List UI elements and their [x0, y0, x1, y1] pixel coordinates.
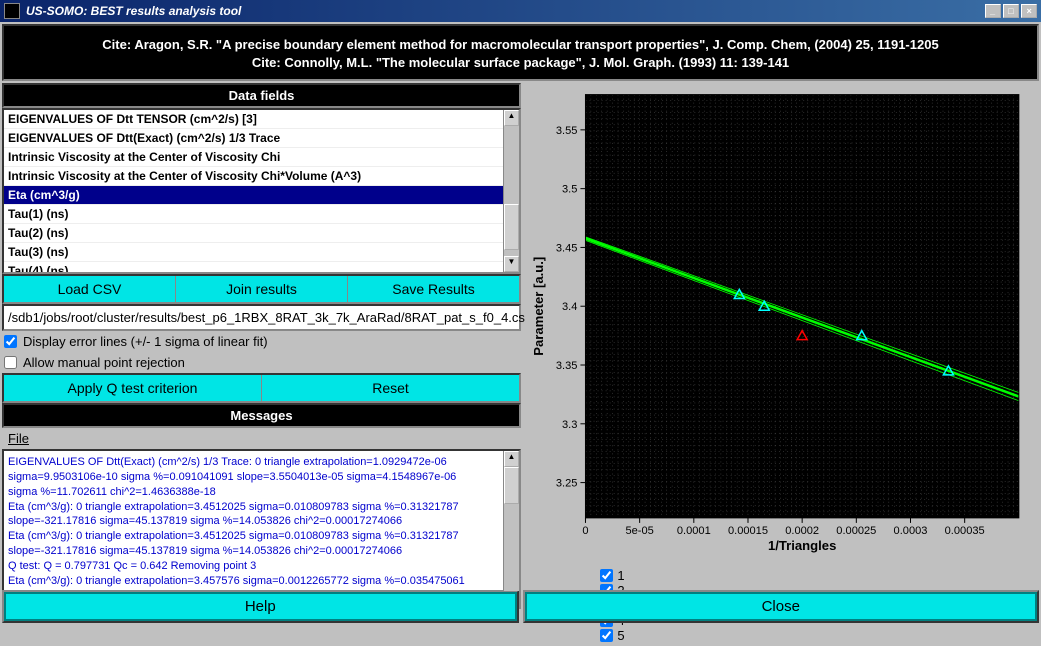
titlebar: US-SOMO: BEST results analysis tool _ □ … — [0, 0, 1041, 22]
svg-text:3.45: 3.45 — [556, 242, 578, 254]
join-results-button[interactable]: Join results — [176, 276, 348, 302]
linear-checkbox-5[interactable] — [600, 629, 613, 642]
message-line: slope=-321.17816 sigma=45.137819 sigma %… — [8, 544, 499, 559]
datafields-header: Data fields — [2, 83, 521, 108]
datafield-item[interactable]: Intrinsic Viscosity at the Center of Vis… — [4, 167, 503, 186]
message-line: sigma=9.9503106e-10 sigma %=0.091041091 … — [8, 470, 499, 485]
datafield-item[interactable]: Tau(4) (ns) — [4, 262, 503, 272]
message-line: sigma %=11.702611 chi^2=1.4636388e-18 — [8, 485, 499, 500]
svg-text:0.00015: 0.00015 — [728, 525, 768, 537]
svg-text:0.0002: 0.0002 — [785, 525, 819, 537]
datafield-item[interactable]: Eta (cm^3/g) — [4, 186, 503, 205]
citation-2: Cite: Connolly, M.L. "The molecular surf… — [14, 55, 1027, 70]
window-title: US-SOMO: BEST results analysis tool — [26, 4, 241, 18]
display-error-checkbox[interactable] — [4, 335, 17, 348]
display-error-label[interactable]: Display error lines (+/- 1 sigma of line… — [23, 334, 268, 349]
linear-option-1[interactable]: 1 — [600, 568, 624, 583]
svg-text:3.4: 3.4 — [562, 301, 577, 313]
load-csv-button[interactable]: Load CSV — [4, 276, 176, 302]
svg-text:0: 0 — [582, 525, 588, 537]
file-menu[interactable]: File — [8, 431, 29, 446]
apply-q-button[interactable]: Apply Q test criterion — [4, 375, 262, 401]
help-button[interactable]: Help — [2, 590, 519, 623]
datafield-item[interactable]: EIGENVALUES OF Dtt TENSOR (cm^2/s) [3] — [4, 110, 503, 129]
close-window-button[interactable]: × — [1021, 4, 1037, 18]
scroll-down-icon[interactable]: ▼ — [504, 256, 519, 272]
scroll-up-icon[interactable]: ▲ — [504, 110, 519, 126]
svg-text:1/Triangles: 1/Triangles — [768, 538, 836, 553]
datafield-item[interactable]: Intrinsic Viscosity at the Center of Vis… — [4, 148, 503, 167]
message-line: Eta (cm^3/g): 0 triangle extrapolation=3… — [8, 500, 499, 515]
msg-scroll-up-icon[interactable]: ▲ — [504, 451, 519, 467]
minimize-button[interactable]: _ — [985, 4, 1001, 18]
svg-text:3.35: 3.35 — [556, 360, 578, 372]
app-icon — [4, 3, 20, 19]
message-line: Eta (cm^3/g): 0 triangle extrapolation=3… — [8, 574, 499, 589]
reset-button[interactable]: Reset — [262, 375, 519, 401]
menubar: File — [2, 428, 521, 449]
svg-text:0.0003: 0.0003 — [894, 525, 928, 537]
svg-text:3.5: 3.5 — [562, 184, 577, 196]
datafields-scrollbar[interactable]: ▲ ▼ — [503, 110, 519, 272]
svg-text:3.3: 3.3 — [562, 419, 577, 431]
svg-text:0.0001: 0.0001 — [677, 525, 711, 537]
datafield-item[interactable]: Tau(1) (ns) — [4, 205, 503, 224]
manual-reject-label[interactable]: Allow manual point rejection — [23, 355, 185, 370]
chart-area[interactable]: 0 5e-05 0.0001 0.00015 0.0002 0.00025 0.0003 0.… — [525, 83, 1039, 565]
svg-text:3.25: 3.25 — [556, 478, 578, 490]
msg-scroll-thumb[interactable] — [504, 467, 519, 504]
messages-header: Messages — [2, 403, 521, 428]
manual-reject-checkbox[interactable] — [4, 356, 17, 369]
linear-option-5[interactable]: 5 — [600, 628, 624, 643]
datafield-item[interactable]: EIGENVALUES OF Dtt(Exact) (cm^2/s) 1/3 T… — [4, 129, 503, 148]
datafield-item[interactable]: Tau(3) (ns) — [4, 243, 503, 262]
scroll-thumb[interactable] — [504, 204, 519, 250]
message-line: EIGENVALUES OF Dtt(Exact) (cm^2/s) 1/3 T… — [8, 455, 499, 470]
svg-text:Parameter [a.u.]: Parameter [a.u.] — [531, 257, 546, 356]
svg-text:0.00035: 0.00035 — [945, 525, 985, 537]
datafield-item[interactable]: Tau(2) (ns) — [4, 224, 503, 243]
close-button[interactable]: Close — [523, 590, 1040, 623]
citation-1: Cite: Aragon, S.R. "A precise boundary e… — [14, 37, 1027, 52]
citation-area: Cite: Aragon, S.R. "A precise boundary e… — [2, 24, 1039, 81]
svg-text:0.00025: 0.00025 — [836, 525, 876, 537]
message-line: Q test: Q = 0.797731 Qc = 0.642 Removing… — [8, 559, 499, 574]
message-line: slope=-321.17816 sigma=45.137819 sigma %… — [8, 514, 499, 529]
maximize-button[interactable]: □ — [1003, 4, 1019, 18]
file-path-display: /sdb1/jobs/root/cluster/results/best_p6_… — [2, 304, 521, 331]
datafields-list[interactable]: EIGENVALUES OF Dtt TENSOR (cm^2/s) [3]EI… — [4, 110, 503, 272]
svg-text:3.55: 3.55 — [556, 125, 578, 137]
message-line: Eta (cm^3/g): 0 triangle extrapolation=3… — [8, 529, 499, 544]
svg-text:5e-05: 5e-05 — [625, 525, 653, 537]
chart-svg: 0 5e-05 0.0001 0.00015 0.0002 0.00025 0.0003 0.… — [525, 83, 1039, 565]
linear-checkbox-1[interactable] — [600, 569, 613, 582]
messages-scrollbar[interactable]: ▲ ▼ — [503, 451, 519, 607]
messages-box[interactable]: EIGENVALUES OF Dtt(Exact) (cm^2/s) 1/3 T… — [4, 451, 503, 607]
save-results-button[interactable]: Save Results — [348, 276, 519, 302]
